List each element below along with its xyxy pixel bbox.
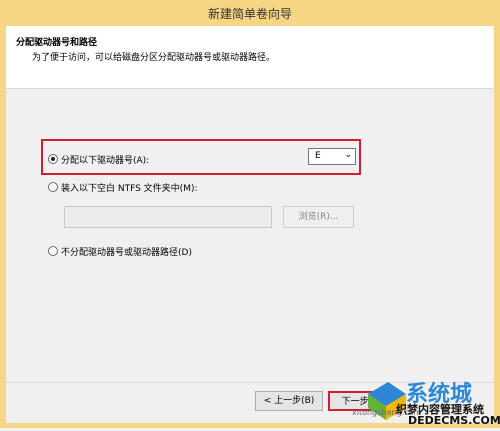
wizard-header: 分配驱动器号和路径 为了便于访问，可以给磁盘分区分配驱动器号或驱动器路径。 [6, 26, 494, 89]
browse-button[interactable]: 浏览(R)... [283, 206, 354, 228]
radio-mount-ntfs-folder[interactable] [48, 182, 58, 192]
title-bar: 新建简单卷向导 [0, 0, 500, 26]
option-mount-ntfs-folder-label: 装入以下空白 NTFS 文件夹中(M): [61, 184, 198, 194]
watermark-line2: DEDECMS.COM [408, 414, 500, 427]
drive-letter-value: E [315, 151, 321, 161]
wizard-content: 分配以下驱动器号(A): E ⌄ 装入以下空白 NTFS 文件夹中(M): 浏览… [6, 89, 494, 382]
wizard-window: 新建简单卷向导 分配驱动器号和路径 为了便于访问，可以给磁盘分区分配驱动器号或驱… [0, 0, 500, 428]
radio-no-drive-letter[interactable] [48, 246, 58, 256]
header-title: 分配驱动器号和路径 [16, 38, 98, 48]
drive-letter-select[interactable]: E ⌄ [308, 148, 356, 165]
header-subtitle: 为了便于访问，可以给磁盘分区分配驱动器号或驱动器路径。 [32, 53, 276, 63]
option-assign-drive-letter-label: 分配以下驱动器号(A): [61, 156, 150, 166]
folder-path-input[interactable] [64, 206, 272, 228]
watermark: 系统城 xitongcheng.com 织梦内容管理系统 DEDECMS.COM [350, 374, 500, 428]
back-button[interactable]: < 上一步(B) [255, 391, 323, 411]
chevron-down-icon: ⌄ [344, 150, 352, 160]
radio-assign-drive-letter[interactable] [48, 154, 58, 164]
window-title: 新建简单卷向导 [207, 7, 292, 21]
option-no-drive-letter-label: 不分配驱动器号或驱动器路径(D) [61, 248, 192, 258]
